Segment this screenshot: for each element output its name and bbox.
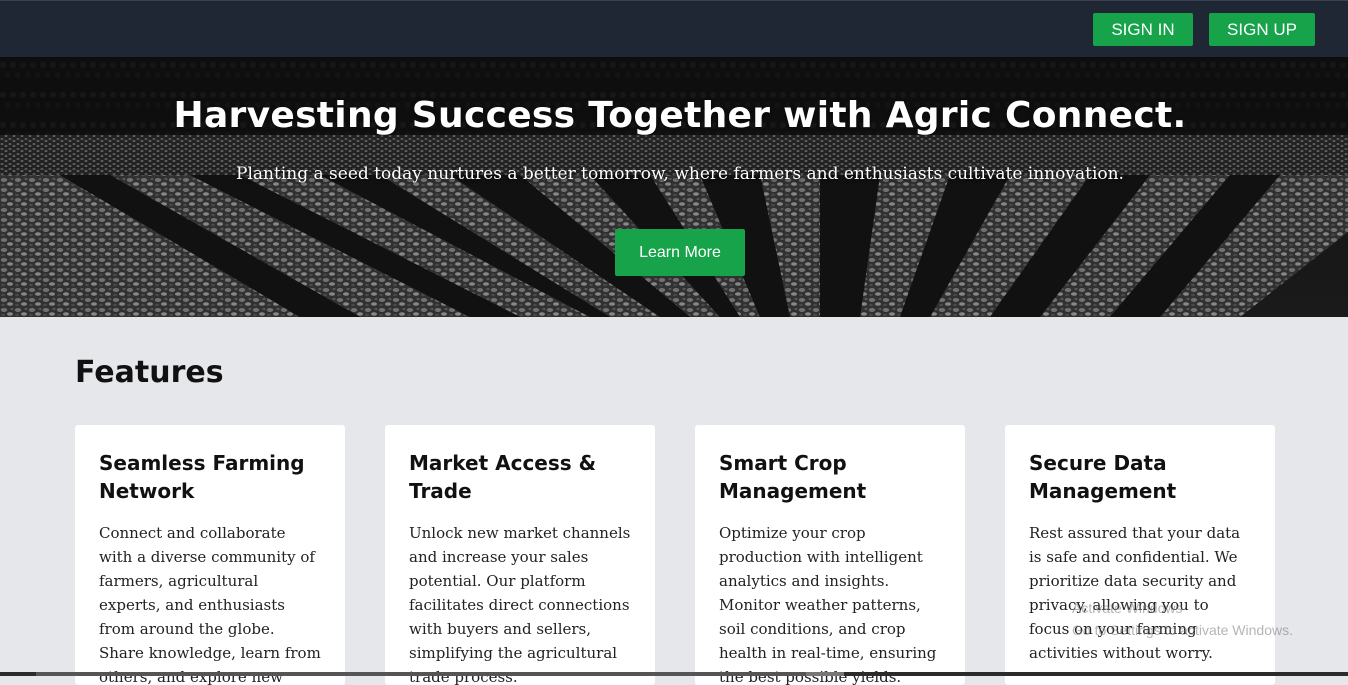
sign-in-button[interactable]: SIGN IN [1093, 13, 1193, 46]
feature-card-crop-management: Smart Crop Management Optimize your crop… [695, 425, 965, 685]
scrollbar-thumb[interactable] [36, 672, 806, 676]
hero-title: Harvesting Success Together with Agric C… [173, 95, 1187, 136]
feature-card-title: Market Access & Trade [409, 451, 597, 503]
horizontal-scrollbar[interactable] [0, 672, 1348, 676]
feature-card-title: Seamless Farming Network [99, 451, 305, 503]
hero-banner: Harvesting Success Together with Agric C… [0, 57, 1348, 317]
feature-card-text: Unlock new market channels and increase … [409, 524, 631, 685]
feature-card-text: Optimize your crop production with intel… [719, 524, 937, 685]
sign-up-button[interactable]: SIGN UP [1209, 13, 1315, 46]
feature-card-title: Smart Crop Management [719, 451, 867, 503]
scrollbar-segment [806, 672, 844, 676]
feature-card-data-management: Secure Data Management Rest assured that… [1005, 425, 1275, 685]
hero-subtitle: Planting a seed today nurtures a better … [236, 164, 1124, 184]
feature-card-market-access: Market Access & Trade Unlock new market … [385, 425, 655, 685]
feature-card-text: Rest assured that your data is safe and … [1029, 524, 1241, 662]
top-navbar: SIGN IN SIGN UP [0, 0, 1348, 57]
feature-card-farming-network: Seamless Farming Network Connect and col… [75, 425, 345, 685]
learn-more-button[interactable]: Learn More [615, 229, 745, 276]
feature-card-title: Secure Data Management [1029, 451, 1177, 503]
feature-card-text: Connect and collaborate with a diverse c… [99, 524, 321, 685]
features-heading: Features [75, 355, 224, 390]
